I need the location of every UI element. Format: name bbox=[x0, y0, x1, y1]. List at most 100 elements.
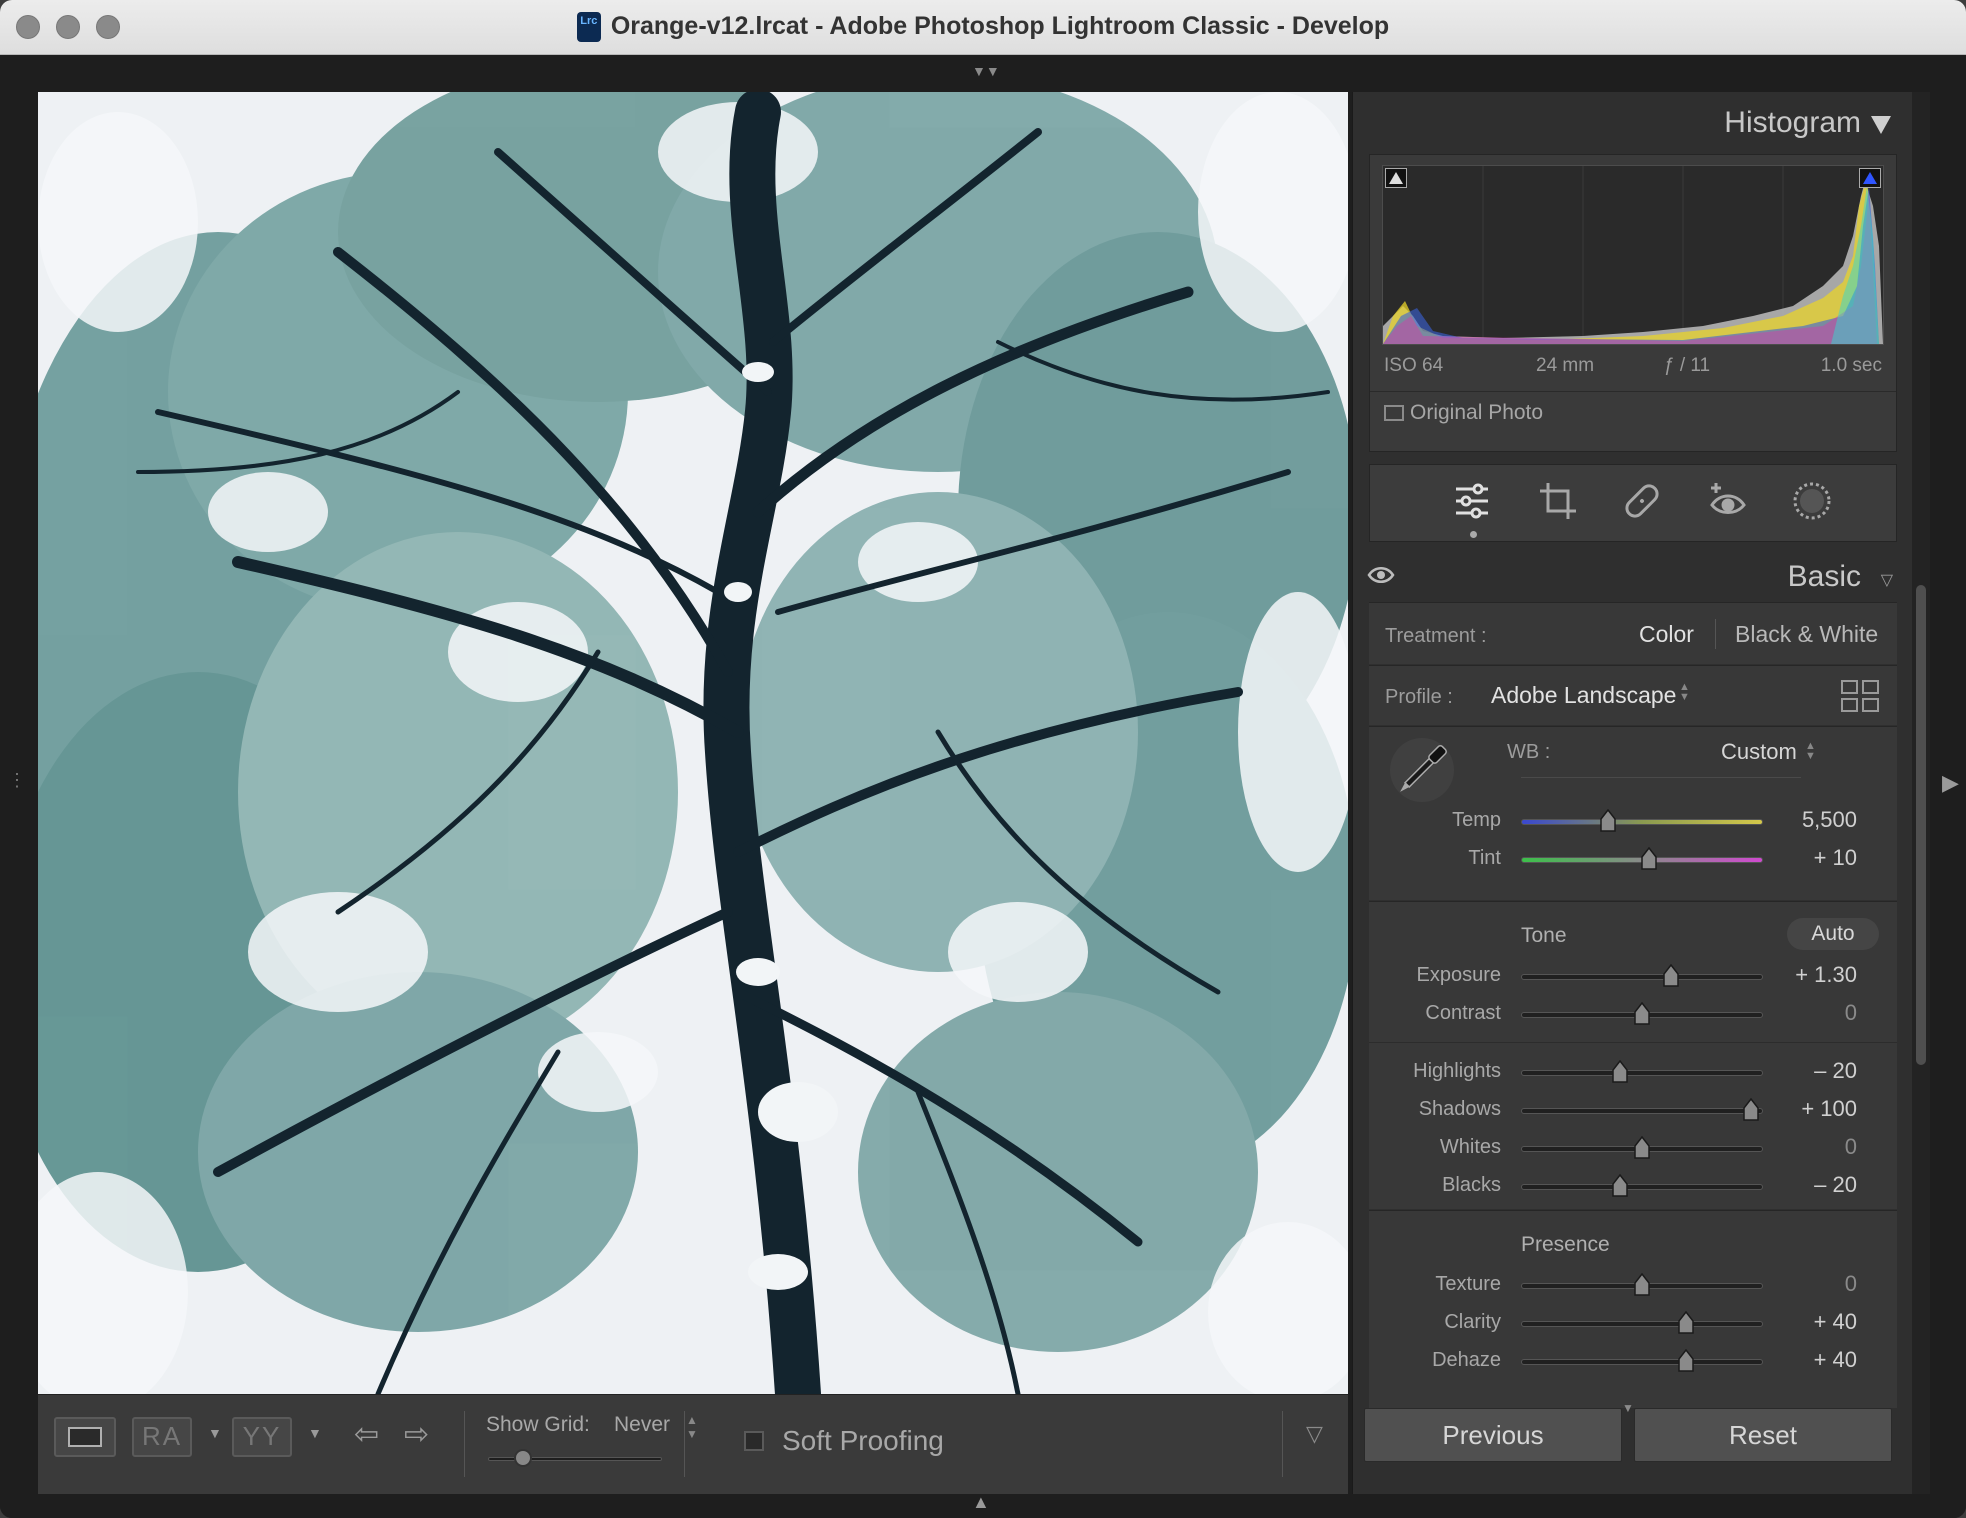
profile-row: Profile : Adobe Landscape ▲ ▼ bbox=[1369, 665, 1897, 725]
tone-label: Tone bbox=[1521, 924, 1567, 947]
histogram-graph[interactable] bbox=[1382, 165, 1884, 345]
exif-iso: ISO 64 bbox=[1384, 355, 1444, 376]
filmstrip-toggle-icon[interactable]: ▲ bbox=[972, 1492, 990, 1513]
arrow-left-icon[interactable]: ⇦ bbox=[354, 1417, 379, 1452]
photo-preview[interactable] bbox=[38, 92, 1348, 1394]
top-panel-toggle-icon[interactable]: ▼▼ bbox=[972, 63, 1000, 79]
masking-icon[interactable] bbox=[1790, 479, 1834, 523]
toolbar-content-dropdown-icon[interactable]: ▽ bbox=[1306, 1421, 1323, 1447]
before-after-left-right-button[interactable]: RA bbox=[132, 1417, 192, 1457]
healing-bandage-icon[interactable] bbox=[1620, 479, 1664, 523]
red-eye-icon[interactable] bbox=[1706, 479, 1750, 523]
right-panel-toggle-icon[interactable]: ▶ bbox=[1942, 770, 1959, 796]
temp-value[interactable]: 5,500 bbox=[1767, 807, 1857, 833]
show-grid-select[interactable]: Never bbox=[614, 1413, 670, 1437]
right-panel: Histogram ISO 64 24 mm ƒ / 11 1.0 sec Or… bbox=[1352, 92, 1912, 1494]
loupe-view-button[interactable] bbox=[54, 1417, 116, 1457]
exif-shutter: 1.0 sec bbox=[1820, 355, 1882, 376]
wb-select[interactable]: Custom bbox=[1721, 739, 1797, 765]
blacks-label: Blacks bbox=[1442, 1174, 1501, 1196]
eyedropper-icon[interactable] bbox=[1387, 735, 1457, 810]
highlights-label: Highlights bbox=[1413, 1060, 1501, 1082]
panel-scrollbar-thumb[interactable] bbox=[1916, 585, 1926, 1065]
grid-opacity-slider-thumb[interactable] bbox=[514, 1449, 532, 1467]
before-after-copy-button[interactable]: YY bbox=[232, 1417, 292, 1457]
panel-scrollbar[interactable] bbox=[1912, 92, 1930, 1494]
copy-settings-dropdown-icon[interactable]: ▼ bbox=[308, 1425, 322, 1441]
contrast-value[interactable]: 0 bbox=[1767, 1000, 1857, 1026]
select-stepper-icon: ▲ ▼ bbox=[1679, 681, 1690, 703]
toolbar-divider bbox=[684, 1411, 685, 1477]
arrow-right-icon[interactable]: ⇨ bbox=[404, 1417, 429, 1452]
blacks-slider[interactable] bbox=[1521, 1184, 1763, 1190]
highlight-clipping-triangle-icon bbox=[1863, 172, 1877, 184]
soft-proofing-checkbox[interactable] bbox=[744, 1431, 764, 1451]
texture-value[interactable]: 0 bbox=[1767, 1271, 1857, 1297]
highlights-slider[interactable] bbox=[1521, 1070, 1763, 1076]
eye-visibility-icon[interactable] bbox=[1367, 564, 1395, 591]
original-photo-toggle[interactable]: Original Photo bbox=[1384, 401, 1543, 425]
blacks-value[interactable]: – 20 bbox=[1767, 1172, 1857, 1198]
crop-icon[interactable] bbox=[1536, 479, 1580, 523]
shadow-clipping-triangle-icon bbox=[1389, 172, 1403, 184]
tint-value[interactable]: + 10 bbox=[1767, 845, 1857, 871]
original-photo-checkbox[interactable] bbox=[1384, 405, 1404, 422]
clarity-value[interactable]: + 40 bbox=[1767, 1309, 1857, 1335]
reset-button[interactable]: Reset bbox=[1634, 1408, 1892, 1462]
divider bbox=[1370, 391, 1896, 392]
original-photo-label: Original Photo bbox=[1410, 401, 1544, 424]
dehaze-slider[interactable] bbox=[1521, 1359, 1763, 1365]
select-stepper-icon: ▲ ▼ bbox=[1805, 740, 1816, 762]
histogram-header[interactable]: Histogram bbox=[1353, 92, 1913, 152]
shadows-value[interactable]: + 100 bbox=[1767, 1096, 1857, 1122]
tint-label: Tint bbox=[1468, 847, 1501, 869]
presence-section: Presence Texture 0 Clarity + 40 Dehaze +… bbox=[1369, 1210, 1897, 1408]
highlights-value[interactable]: – 20 bbox=[1767, 1058, 1857, 1084]
tone-section: Tone Auto Exposure + 1.30 Contrast 0 Hig… bbox=[1369, 901, 1897, 1209]
temp-slider[interactable] bbox=[1521, 819, 1763, 825]
previous-button[interactable]: Previous bbox=[1364, 1408, 1622, 1462]
main-area: ▼▼ ⋮ ▶ ▲ RA ▼ YY ▼ ⇦ ⇨ Show Grid: Never … bbox=[0, 55, 1966, 1518]
loupe-icon bbox=[68, 1427, 102, 1447]
app-window: Lrc Orange-v12.lrcat - Adobe Photoshop Li… bbox=[0, 0, 1966, 1518]
bottom-toolbar: RA ▼ YY ▼ ⇦ ⇨ Show Grid: Never ▲ ▼ Soft P… bbox=[38, 1394, 1348, 1494]
whites-label: Whites bbox=[1439, 1136, 1501, 1158]
exposure-slider[interactable] bbox=[1521, 974, 1763, 980]
clarity-label: Clarity bbox=[1444, 1311, 1501, 1333]
auto-tone-button[interactable]: Auto bbox=[1787, 918, 1879, 950]
shadows-slider[interactable] bbox=[1521, 1108, 1763, 1114]
treatment-bw-button[interactable]: Black & White bbox=[1735, 621, 1878, 648]
before-after-dropdown-icon[interactable]: ▼ bbox=[208, 1425, 222, 1441]
soft-proofing-label: Soft Proofing bbox=[782, 1425, 944, 1456]
whites-value[interactable]: 0 bbox=[1767, 1134, 1857, 1160]
profile-select[interactable]: Adobe Landscape bbox=[1491, 682, 1676, 709]
exif-aperture: ƒ / 11 bbox=[1664, 355, 1711, 376]
presence-label: Presence bbox=[1521, 1233, 1610, 1256]
collapse-triangle-icon[interactable] bbox=[1871, 116, 1891, 134]
left-panel-toggle-icon[interactable]: ⋮ bbox=[8, 770, 26, 791]
dehaze-value[interactable]: + 40 bbox=[1767, 1347, 1857, 1373]
basic-panel-header[interactable]: Basic ▽ bbox=[1353, 550, 1913, 602]
show-grid-label: Show Grid: bbox=[486, 1413, 590, 1436]
shadow-clipping-toggle[interactable] bbox=[1385, 168, 1407, 188]
highlight-clipping-toggle[interactable] bbox=[1859, 168, 1881, 188]
profile-label: Profile : bbox=[1385, 686, 1453, 708]
select-stepper-icon: ▲ ▼ bbox=[686, 1413, 698, 1441]
histogram-curve bbox=[1383, 166, 1883, 344]
edit-sliders-icon[interactable] bbox=[1450, 479, 1494, 523]
treatment-label: Treatment : bbox=[1385, 625, 1487, 647]
collapse-triangle-icon[interactable]: ▽ bbox=[1881, 570, 1893, 590]
divider bbox=[1369, 1042, 1897, 1043]
clarity-slider[interactable] bbox=[1521, 1321, 1763, 1327]
profile-browser-grid-icon[interactable] bbox=[1841, 680, 1879, 717]
treatment-color-button[interactable]: Color bbox=[1639, 621, 1694, 648]
histogram-title: Histogram bbox=[1724, 106, 1861, 139]
toolbar-divider bbox=[464, 1411, 465, 1477]
divider bbox=[1715, 619, 1716, 649]
white-balance-section: WB : Custom ▲ ▼ Temp 5,500 Tint + 10 bbox=[1369, 726, 1897, 900]
treatment-row: Treatment : Color Black & White bbox=[1369, 602, 1897, 664]
exif-focal-length: 24 mm bbox=[1536, 355, 1595, 376]
exposure-value[interactable]: + 1.30 bbox=[1767, 962, 1857, 988]
title-bar: Lrc Orange-v12.lrcat - Adobe Photoshop Li… bbox=[0, 0, 1966, 55]
divider bbox=[1521, 777, 1801, 778]
